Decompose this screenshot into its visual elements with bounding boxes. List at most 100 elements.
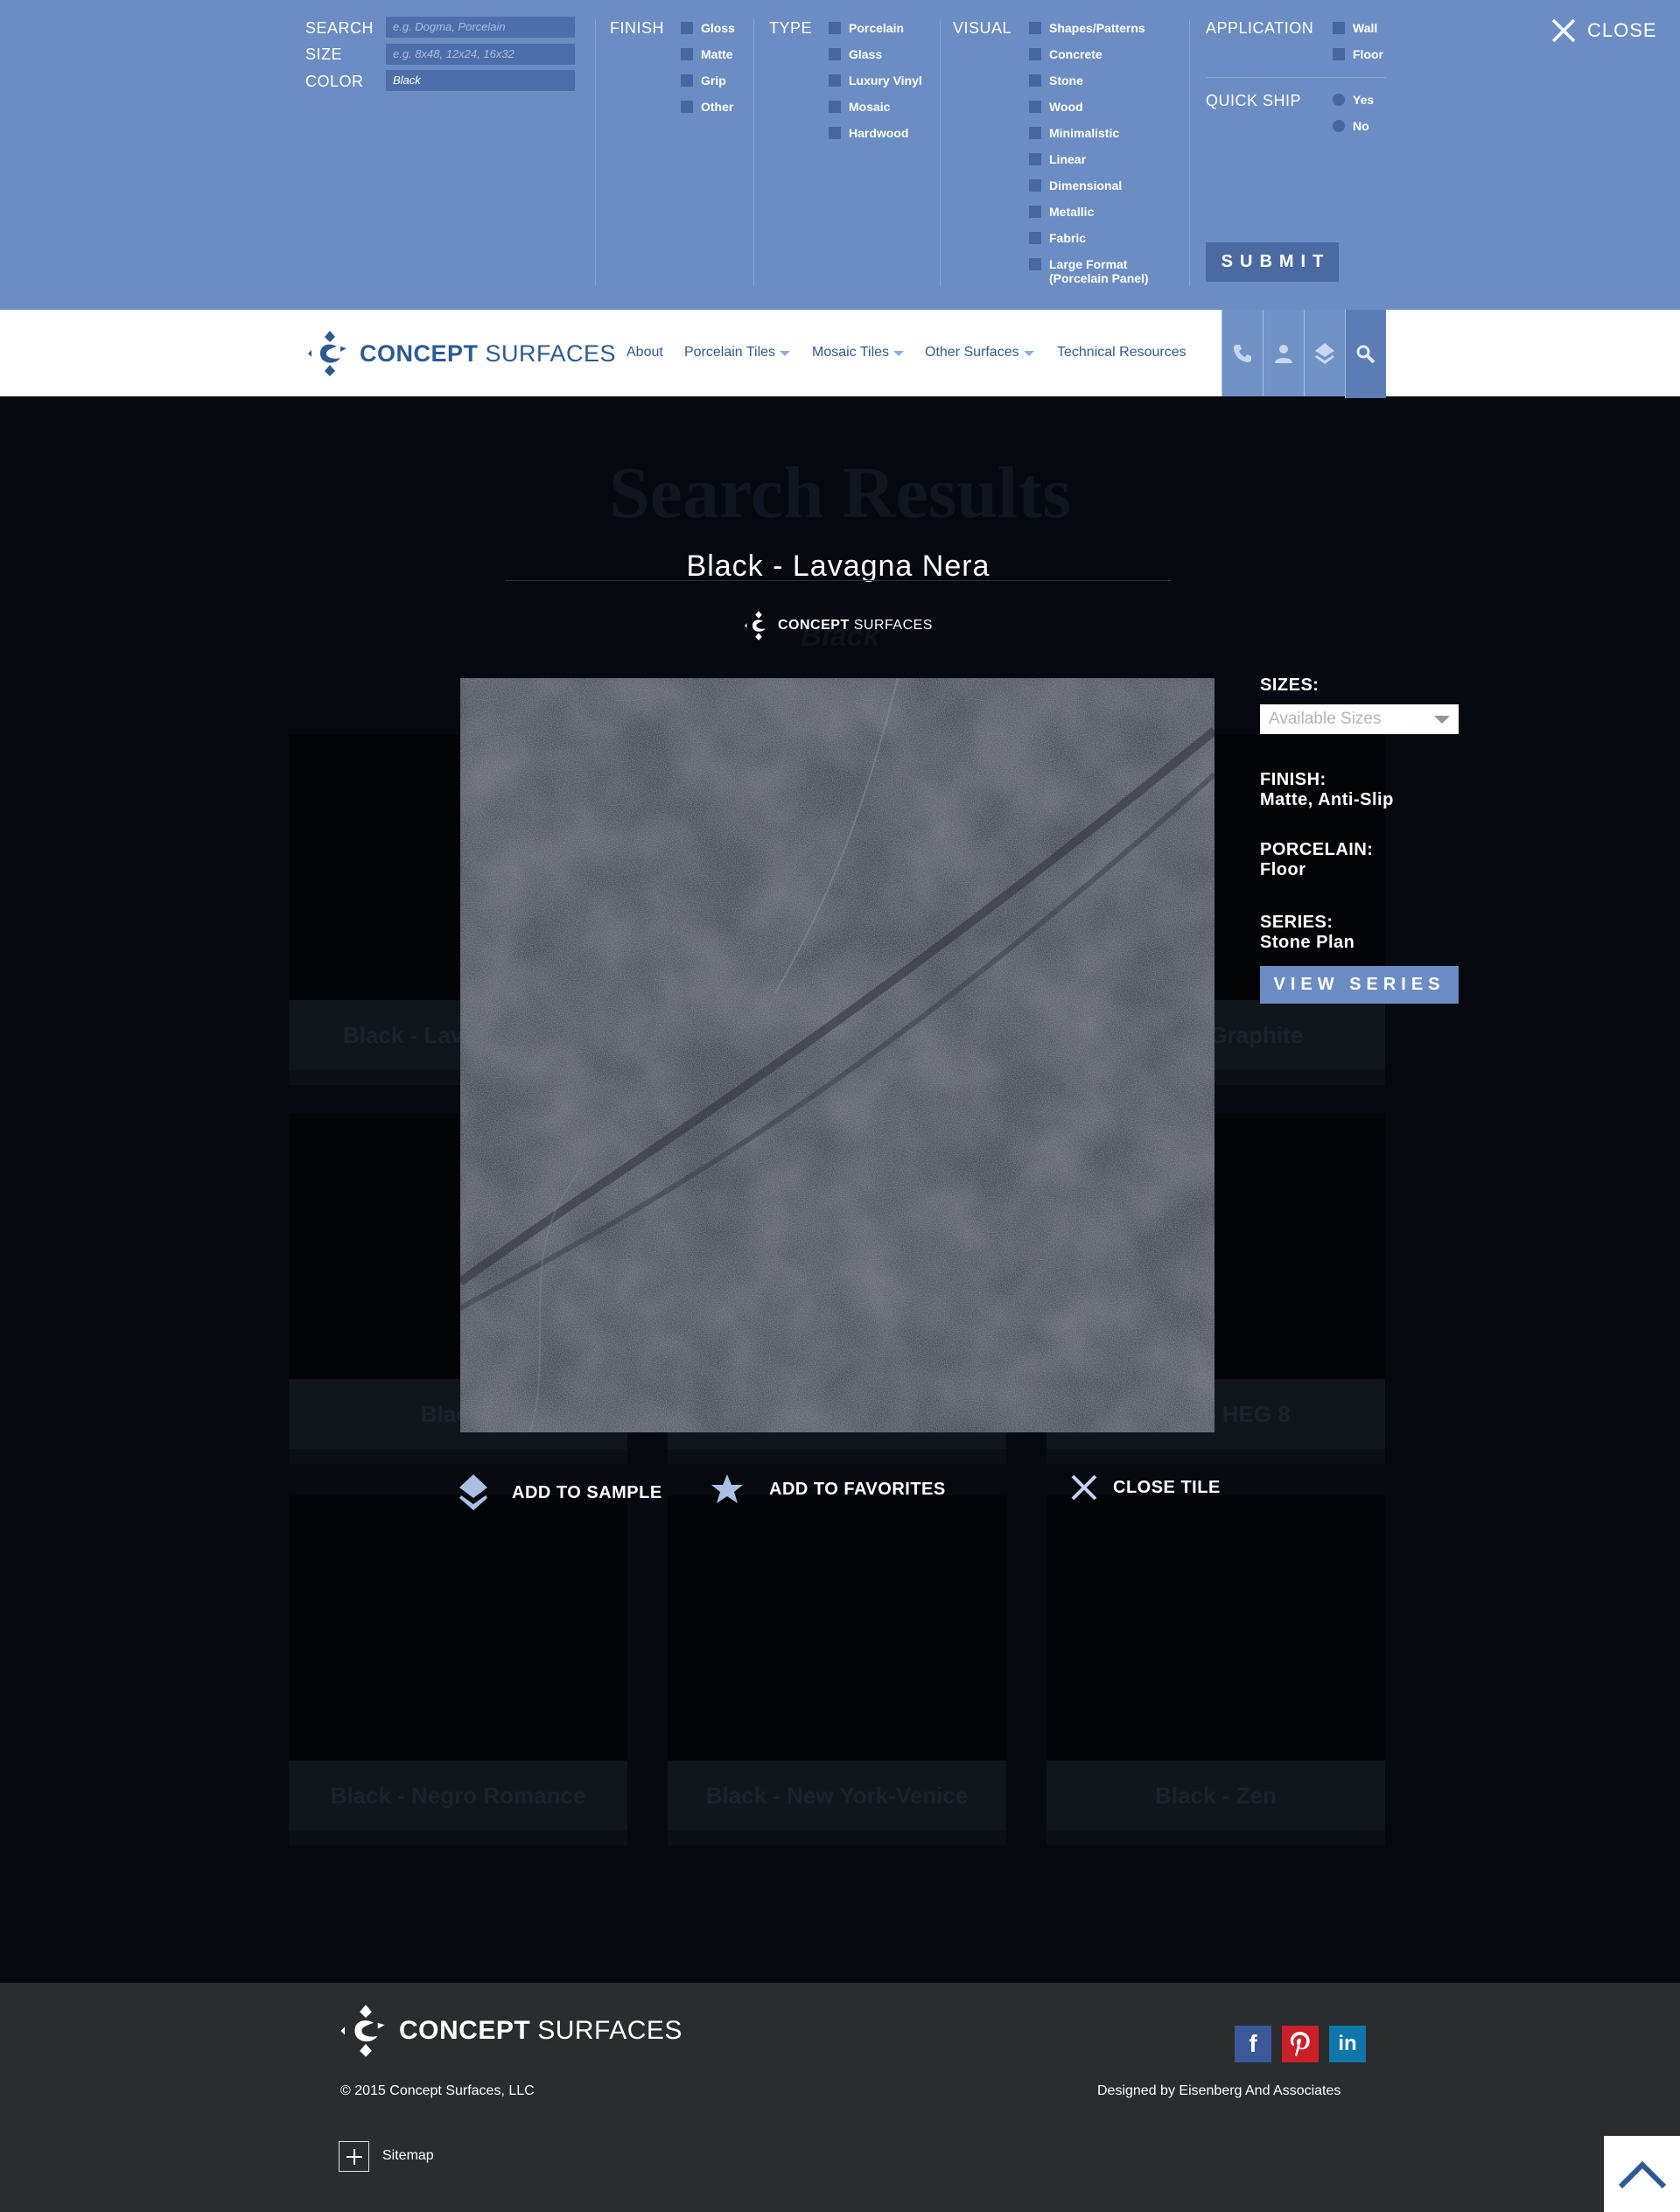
checkbox[interactable] [681, 22, 693, 34]
tile-image [460, 678, 1214, 1432]
visual-option-minimalistic[interactable]: Minimalistic [1029, 126, 1119, 140]
footer-logo[interactable]: CONCEPT SURFACES [338, 2003, 682, 2059]
checkbox[interactable] [1029, 48, 1041, 60]
chevron-down-icon [893, 351, 905, 356]
checkbox[interactable] [1029, 153, 1041, 165]
star-icon [711, 1474, 743, 1503]
chevron-down-icon [1023, 351, 1034, 356]
copyright-text: © 2015 Concept Surfaces, LLC [340, 2083, 535, 2098]
type-option-porcelain[interactable]: Porcelain [829, 21, 904, 35]
checkbox[interactable] [1029, 232, 1041, 244]
add-to-sample-button[interactable]: ADD TO SAMPLE [458, 1474, 662, 1512]
close-icon [1071, 1474, 1097, 1501]
type-option-luxury-vinyl[interactable]: Luxury Vinyl [829, 74, 922, 88]
finish-option-other[interactable]: Other [681, 100, 733, 114]
quick-ship-title: QUICK SHIP [1206, 92, 1302, 109]
quick-ship-option-yes[interactable]: Yes [1333, 93, 1374, 107]
submit-button[interactable]: SUBMIT [1206, 242, 1339, 282]
add-to-favorites-button[interactable]: ADD TO FAVORITES [710, 1474, 946, 1505]
visual-option-large-format[interactable]: Large Format (Porcelain Panel) [1029, 257, 1149, 285]
checkbox[interactable] [829, 127, 841, 139]
radio[interactable] [1333, 94, 1345, 106]
finish-option-gloss[interactable]: Gloss [681, 21, 735, 35]
search-toggle-button[interactable] [1345, 310, 1386, 398]
divider [753, 19, 754, 286]
visual-option-dimensional[interactable]: Dimensional [1029, 178, 1122, 192]
result-card-label: Black - New York-Venice [668, 1760, 1006, 1830]
radio[interactable] [1333, 120, 1345, 132]
finish-option-matte[interactable]: Matte [681, 47, 733, 61]
quick-ship-option-no[interactable]: No [1333, 119, 1369, 133]
visual-option-shapes-patterns[interactable]: Shapes/Patterns [1029, 21, 1145, 35]
visual-option-metallic[interactable]: Metallic [1029, 205, 1094, 219]
samples-button[interactable] [1304, 310, 1345, 396]
modal-title: Black - Lavagna Nera [686, 550, 990, 583]
search-icon [1356, 345, 1376, 363]
checkbox[interactable] [1029, 22, 1041, 34]
finish-option-grip[interactable]: Grip [681, 74, 726, 88]
checkbox[interactable] [1029, 74, 1041, 87]
nav-technical-resources[interactable]: Technical Resources [1057, 345, 1186, 360]
visual-option-fabric[interactable]: Fabric [1029, 231, 1086, 245]
close-tile-button[interactable]: CLOSE TILE [1070, 1474, 1221, 1502]
designer-credit[interactable]: Designed by Eisenberg And Associates [1097, 2083, 1340, 2099]
chevron-up-icon [1618, 2160, 1666, 2188]
pinterest-icon[interactable] [1282, 2026, 1319, 2062]
checkbox[interactable] [681, 48, 693, 60]
account-button[interactable] [1263, 310, 1304, 396]
facebook-icon[interactable]: f [1235, 2026, 1271, 2062]
type-option-glass[interactable]: Glass [829, 47, 882, 61]
sizes-label: SIZES: [1260, 676, 1320, 695]
result-card-label: Black - Zen [1046, 1760, 1385, 1830]
phone-icon [1234, 344, 1251, 362]
plus-icon [346, 2148, 362, 2165]
porcelain-info: PORCELAIN: Floor [1260, 840, 1374, 879]
linkedin-icon[interactable]: in [1329, 2026, 1366, 2062]
checkbox[interactable] [1029, 179, 1041, 192]
checkbox[interactable] [829, 101, 841, 113]
checkbox[interactable] [829, 74, 841, 87]
visual-title: VISUAL [953, 19, 1012, 37]
sitemap-label[interactable]: Sitemap [382, 2148, 434, 2164]
checkbox[interactable] [829, 48, 841, 60]
result-card[interactable]: Black - Negro Romance [289, 1495, 627, 1845]
visual-option-stone[interactable]: Stone [1029, 74, 1083, 88]
result-card[interactable]: Black - New York-Venice [668, 1495, 1006, 1845]
application-option-floor[interactable]: Floor [1333, 47, 1383, 61]
search-input[interactable] [386, 17, 575, 38]
nav-mosaic-tiles[interactable]: Mosaic Tiles [812, 345, 905, 360]
pinterest-glyph [1291, 2032, 1310, 2056]
size-input[interactable] [386, 44, 575, 65]
checkbox[interactable] [1333, 48, 1345, 60]
logo-mark-icon [744, 611, 766, 640]
nav-other-surfaces[interactable]: Other Surfaces [925, 345, 1034, 360]
close-search-button[interactable]: CLOSE [1550, 18, 1657, 44]
checkbox[interactable] [1029, 127, 1041, 139]
sitemap-toggle[interactable] [339, 2141, 369, 2172]
nav-porcelain-tiles[interactable]: Porcelain Tiles [684, 345, 791, 360]
back-to-top-button[interactable] [1604, 2136, 1680, 2212]
phone-button[interactable] [1222, 310, 1263, 396]
checkbox[interactable] [1029, 206, 1041, 218]
nav-about[interactable]: About [626, 345, 663, 360]
checkbox[interactable] [829, 22, 841, 34]
checkbox[interactable] [681, 74, 693, 87]
site-logo[interactable]: CONCEPT SURFACES [305, 329, 616, 378]
sizes-select[interactable]: Available Sizes [1260, 704, 1459, 734]
checkbox[interactable] [1029, 101, 1041, 113]
type-option-mosaic[interactable]: Mosaic [829, 100, 890, 114]
type-title: TYPE [769, 19, 813, 37]
checkbox[interactable] [681, 101, 693, 113]
result-card[interactable]: Black - Zen [1046, 1495, 1385, 1845]
view-series-button[interactable]: VIEW SERIES [1260, 966, 1459, 1004]
type-option-hardwood[interactable]: Hardwood [829, 126, 908, 140]
divider [940, 19, 941, 286]
checkbox[interactable] [1029, 258, 1041, 270]
checkbox[interactable] [1333, 22, 1345, 34]
divider [1189, 19, 1190, 286]
visual-option-wood[interactable]: Wood [1029, 100, 1083, 114]
color-input[interactable] [386, 70, 575, 91]
visual-option-linear[interactable]: Linear [1029, 152, 1086, 166]
application-option-wall[interactable]: Wall [1333, 21, 1377, 35]
visual-option-concrete[interactable]: Concrete [1029, 47, 1102, 61]
